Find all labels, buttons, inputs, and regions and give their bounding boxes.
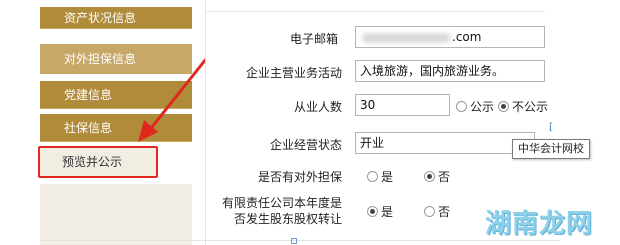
sidebar-background: [40, 184, 192, 245]
square-icon: [291, 238, 297, 244]
employees-label: 从业人数: [294, 100, 343, 114]
business-label: 企业主营业务活动: [246, 66, 343, 80]
equity-label-line1: 有限责任公司本年度是: [222, 196, 343, 210]
email-label: 电子邮箱: [290, 32, 339, 46]
radio-equity-no-label: 否: [438, 205, 451, 219]
radio-not-public-label: 不公示: [512, 100, 549, 114]
employees-publish-radio: 公示 不公示: [456, 98, 548, 115]
guarantee-radio-group: 是 否: [367, 168, 450, 185]
sidebar-item-label: 资产状况信息: [64, 11, 137, 25]
divider: [205, 0, 206, 245]
radio-public[interactable]: [456, 101, 467, 112]
radio-equity-yes[interactable]: [367, 206, 378, 217]
divider: [40, 240, 560, 241]
sidebar-item-preview-publish[interactable]: 预览并公示: [38, 146, 158, 178]
sidebar-item-assets[interactable]: 资产状况信息: [40, 7, 192, 29]
radio-public-label: 公示: [470, 100, 495, 114]
redacted-text: [362, 33, 450, 43]
radio-guarantee-no[interactable]: [424, 171, 436, 182]
sidebar-item-label: 对外担保信息: [64, 52, 137, 66]
email-field[interactable]: .com: [355, 26, 545, 48]
radio-guarantee-yes-label: 是: [381, 170, 394, 184]
info-marker: [: [549, 122, 553, 133]
guarantee-label: 是否有对外担保: [258, 170, 343, 184]
status-select[interactable]: 开业: [355, 132, 535, 154]
sidebar-item-label: 党建信息: [64, 88, 113, 102]
business-field[interactable]: 入境旅游，国内旅游业务。: [355, 60, 545, 82]
sidebar-item-label: 社保信息: [64, 121, 113, 135]
radio-guarantee-no-label: 否: [438, 170, 451, 184]
equity-radio-group: 是 否: [367, 203, 450, 220]
email-value: .com: [452, 30, 482, 44]
divider: [205, 11, 545, 12]
radio-equity-yes-label: 是: [381, 205, 394, 219]
status-label: 企业经营状态: [270, 138, 343, 152]
radio-not-public[interactable]: [498, 101, 510, 112]
radio-equity-no[interactable]: [424, 206, 436, 217]
sidebar-item-label: 预览并公示: [62, 155, 123, 169]
tooltip: 中华会计网校: [512, 139, 590, 159]
employees-field[interactable]: 30: [355, 94, 450, 116]
radio-guarantee-yes[interactable]: [367, 171, 378, 182]
equity-label-line2: 否发生股东股权转让: [234, 212, 343, 226]
watermark-logo: 湖南龙网: [485, 209, 594, 239]
